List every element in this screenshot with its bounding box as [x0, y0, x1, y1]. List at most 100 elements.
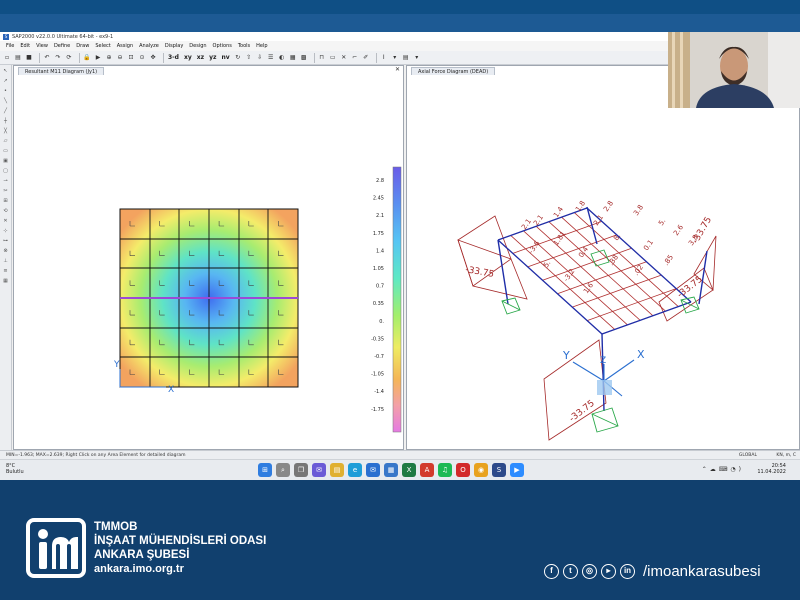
menu-view[interactable]: View	[36, 43, 48, 49]
instagram-icon[interactable]: ◎	[582, 564, 597, 579]
lock-icon[interactable]: 🔒	[83, 53, 91, 62]
snap-intersection-icon[interactable]: ⊗	[1, 247, 10, 255]
menu-design[interactable]: Design	[189, 43, 206, 49]
ibeam-icon[interactable]: Ι	[380, 53, 388, 62]
clear-selection-icon[interactable]: ✕	[1, 217, 10, 225]
set-display-icon[interactable]: ☰	[267, 53, 275, 62]
run-icon[interactable]: ▶	[94, 53, 102, 62]
joint-icon[interactable]: ✕	[340, 53, 348, 62]
tab-resultant-m11[interactable]: Resultant M11 Diagram (Jy1)	[18, 67, 105, 75]
facebook-icon[interactable]: f	[544, 564, 559, 579]
twitter-icon[interactable]: t	[563, 564, 578, 579]
snap-joints-icon[interactable]: ⊹	[1, 227, 10, 235]
pointer-icon[interactable]: ↖	[1, 67, 10, 75]
show-undeformed-icon[interactable]: ▦	[289, 53, 297, 62]
view-xz-button[interactable]: xz	[196, 53, 205, 62]
draw-joint-icon[interactable]: •	[1, 87, 10, 95]
chat-icon[interactable]: ✉	[312, 463, 326, 477]
draw-solid-icon[interactable]: ▢	[1, 167, 10, 175]
select-previous-icon[interactable]: ⟲	[1, 207, 10, 215]
draw-poly-area-icon[interactable]: ▱	[1, 137, 10, 145]
pdf-icon[interactable]: A	[420, 463, 434, 477]
quick-area-icon[interactable]: ▣	[1, 157, 10, 165]
tab-axial-force[interactable]: Axial Force Diagram (DEAD)	[411, 67, 496, 75]
right-view-pane[interactable]: Axial Force Diagram (DEAD) 2.1 2.1 1.4 1.8 2…	[406, 65, 800, 450]
save-icon[interactable]: ■	[25, 53, 33, 62]
mail-icon[interactable]: ✉	[366, 463, 380, 477]
clock[interactable]: 20:54 11.04.2022	[757, 463, 786, 475]
section-cut-icon[interactable]: ✂	[1, 187, 10, 195]
menu-options[interactable]: Options	[213, 43, 232, 49]
close-icon[interactable]: ✕	[395, 66, 400, 73]
pan-icon[interactable]: ✥	[149, 53, 157, 62]
menu-analyze[interactable]: Analyze	[139, 43, 159, 49]
store-icon[interactable]: ▦	[384, 463, 398, 477]
snap-perpendicular-icon[interactable]: ⊥	[1, 257, 10, 265]
spotify-icon[interactable]: ♫	[438, 463, 452, 477]
dropdown-icon[interactable]: ▾	[413, 53, 421, 62]
show-deformed-icon[interactable]: ▩	[300, 53, 308, 62]
social-handle[interactable]: /imoankarasubesi	[643, 563, 761, 580]
zoom-previous-icon[interactable]: ⊙	[138, 53, 146, 62]
frame-icon[interactable]: ⊓	[318, 53, 326, 62]
system-tray[interactable]: ⌃☁⌨◔)	[702, 466, 744, 473]
menu-define[interactable]: Define	[54, 43, 70, 49]
file-explorer-icon[interactable]: ▤	[330, 463, 344, 477]
zoom-out-icon[interactable]: ⊖	[116, 53, 124, 62]
zoom-app-icon[interactable]: ▶	[510, 463, 524, 477]
up-arrow-icon[interactable]: ⇧	[245, 53, 253, 62]
select-all-icon[interactable]: ⊞	[1, 197, 10, 205]
rotate-icon[interactable]: ↻	[234, 53, 242, 62]
draw-frame-icon[interactable]: ╲	[1, 97, 10, 105]
snap-ends-icon[interactable]: ⊶	[1, 237, 10, 245]
quick-frame-icon[interactable]: ┼	[1, 117, 10, 125]
shadow-icon[interactable]: ◐	[278, 53, 286, 62]
refresh-icon[interactable]: ⟳	[65, 53, 73, 62]
open-icon[interactable]: ▤	[14, 53, 22, 62]
menu-assign[interactable]: Assign	[117, 43, 133, 49]
search-icon[interactable]: ⌕	[276, 463, 290, 477]
dropdown-icon[interactable]: ▾	[391, 53, 399, 62]
excel-icon[interactable]: X	[402, 463, 416, 477]
section-icon[interactable]: ⌐	[351, 53, 359, 62]
sap-taskbar-icon[interactable]: S	[492, 463, 506, 477]
new-file-icon[interactable]: ▫	[3, 53, 11, 62]
area-icon[interactable]: ▭	[329, 53, 337, 62]
edge-icon[interactable]: e	[348, 463, 362, 477]
menu-tools[interactable]: Tools	[238, 43, 250, 49]
opera-icon[interactable]: O	[456, 463, 470, 477]
draw-rect-area-icon[interactable]: ▭	[1, 147, 10, 155]
view-yz-button[interactable]: yz	[208, 53, 217, 62]
reshape-icon[interactable]: ↗	[1, 77, 10, 85]
menu-file[interactable]: File	[6, 43, 14, 49]
draw-cable-icon[interactable]: ╱	[1, 107, 10, 115]
menu-help[interactable]: Help	[256, 43, 267, 49]
zoom-window-icon[interactable]: ⊡	[127, 53, 135, 62]
undo-icon[interactable]: ↶	[43, 53, 51, 62]
draw-brace-icon[interactable]: ╳	[1, 127, 10, 135]
snap-grid-icon[interactable]: ▦	[1, 277, 10, 285]
units-select[interactable]: KN, m, C	[776, 453, 796, 458]
down-arrow-icon[interactable]: ⇩	[256, 53, 264, 62]
weather-widget[interactable]: 8°C Bulutlu	[6, 463, 24, 475]
left-view-pane[interactable]: Resultant M11 Diagram (Jy1) ✕ Y X 2.8 2.…	[13, 65, 404, 450]
redo-icon[interactable]: ↷	[54, 53, 62, 62]
view-xy-button[interactable]: xy	[183, 53, 193, 62]
view-3d-button[interactable]: 3-d	[167, 53, 180, 62]
zoom-in-icon[interactable]: ⊕	[105, 53, 113, 62]
windows-start-icon[interactable]: ⊞	[258, 463, 272, 477]
youtube-icon[interactable]: ▸	[601, 564, 616, 579]
menu-draw[interactable]: Draw	[76, 43, 89, 49]
org-website[interactable]: ankara.imo.org.tr	[94, 562, 266, 576]
chrome-icon[interactable]: ◉	[474, 463, 488, 477]
task-view-icon[interactable]: ❐	[294, 463, 308, 477]
menu-select[interactable]: Select	[95, 43, 110, 49]
menu-display[interactable]: Display	[165, 43, 183, 49]
draw-link-icon[interactable]: ⊸	[1, 177, 10, 185]
snap-lines-icon[interactable]: ≡	[1, 267, 10, 275]
design-icon[interactable]: ✐	[362, 53, 370, 62]
menu-edit[interactable]: Edit	[20, 43, 30, 49]
coord-system-select[interactable]: GLOBAL	[739, 453, 757, 458]
grid-display-icon[interactable]: ▤	[402, 53, 410, 62]
view-nv-button[interactable]: nv	[221, 53, 231, 62]
